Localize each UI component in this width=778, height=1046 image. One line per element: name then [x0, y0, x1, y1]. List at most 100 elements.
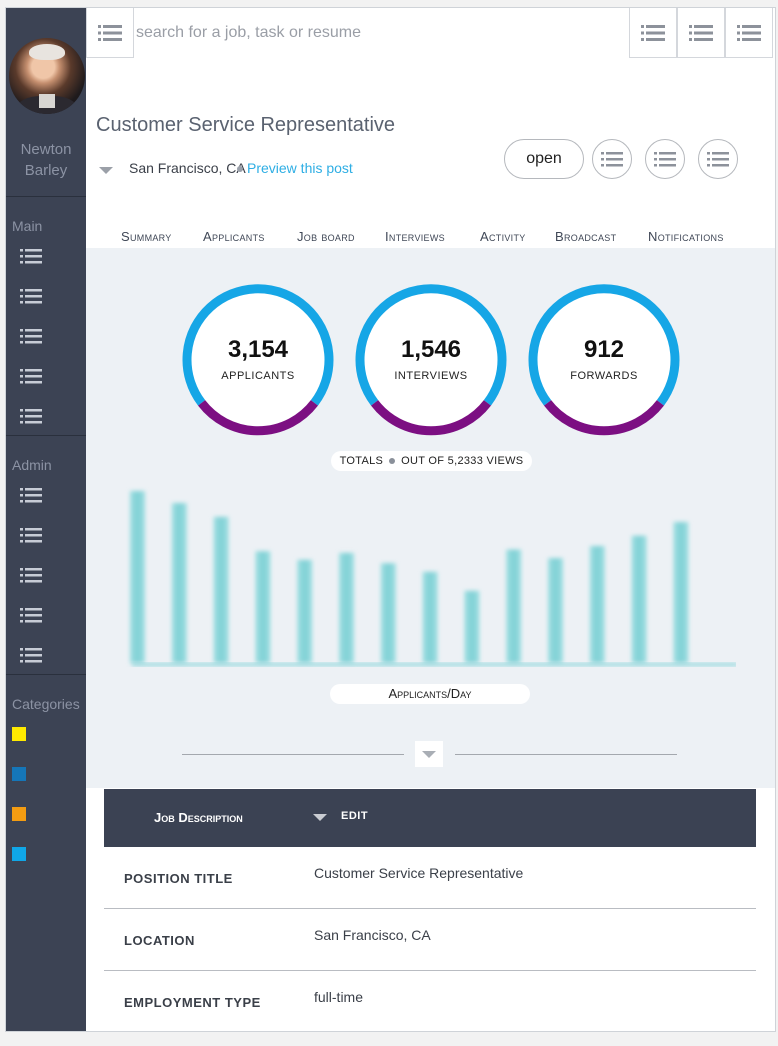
job-location: San Francisco, CA	[129, 160, 246, 176]
preview-post-link[interactable]: Preview this post	[247, 160, 353, 176]
sidebar-item-admin-1[interactable]	[20, 487, 42, 505]
tab-broadcast[interactable]: Broadcast	[555, 229, 616, 244]
sidebar-heading-admin: Admin	[12, 457, 52, 473]
separator-dot	[237, 166, 243, 172]
table-row: EMPLOYMENT TYPE full-time	[104, 971, 756, 1031]
chart-bar	[130, 491, 145, 663]
list-icon	[20, 568, 42, 583]
sidebar-item-main-1[interactable]	[20, 248, 42, 266]
chart-bar	[339, 552, 354, 663]
edit-button[interactable]: EDIT	[341, 810, 368, 822]
app-frame: Newton Barley Main Admin Categories Cust…	[5, 7, 776, 1032]
list-icon	[98, 24, 122, 41]
chart-bar	[213, 516, 229, 663]
category-swatch-2[interactable]	[12, 767, 26, 781]
list-icon	[641, 24, 665, 41]
stat-label: Applicants	[221, 370, 295, 382]
row-value: full-time	[314, 989, 364, 1005]
status-open-button[interactable]: open	[504, 139, 584, 179]
action-button-2[interactable]	[645, 139, 685, 179]
job-description-header: Job Description EDIT	[104, 789, 756, 847]
action-button-3[interactable]	[698, 139, 738, 179]
sidebar: Newton Barley Main Admin Categories	[6, 8, 86, 1031]
list-icon	[689, 24, 713, 41]
category-swatch-4[interactable]	[12, 847, 26, 861]
tab-activity[interactable]: Activity	[480, 229, 526, 244]
sidebar-heading-main: Main	[12, 218, 43, 234]
stat-ring-applicants: 3,154 Applicants	[182, 284, 334, 436]
list-icon	[20, 329, 42, 344]
chart-bar	[380, 563, 396, 663]
table-row: LOCATION San Francisco, CA	[104, 909, 756, 971]
list-icon	[737, 24, 761, 41]
tab-summary[interactable]: Summary	[121, 229, 172, 244]
chevron-down-icon	[422, 750, 436, 758]
stat-label: Interviews	[394, 370, 468, 382]
sidebar-item-main-3[interactable]	[20, 328, 42, 346]
user-last-name: Barley	[24, 162, 68, 179]
list-icon	[707, 152, 729, 167]
chevron-down-icon[interactable]	[313, 814, 327, 821]
expand-toggle-button[interactable]	[415, 741, 443, 767]
list-icon	[20, 648, 42, 663]
avatar[interactable]	[9, 38, 85, 114]
divider-left	[182, 754, 404, 755]
list-icon	[601, 152, 623, 167]
stat-value: 912	[583, 336, 625, 363]
list-icon	[20, 409, 42, 424]
chart-bar	[673, 522, 689, 663]
user-name: Newton Barley	[6, 139, 86, 181]
table-row: POSITION TITLE Customer Service Represen…	[104, 847, 756, 909]
list-icon	[20, 608, 42, 623]
totals-label: TOTALS	[339, 455, 384, 467]
chart-bar	[297, 559, 313, 663]
dot-icon	[389, 458, 396, 464]
category-swatch-1[interactable]	[12, 727, 26, 741]
category-swatch-3[interactable]	[12, 807, 26, 821]
chart-bar	[506, 549, 522, 663]
chart-bar	[255, 551, 271, 663]
tab-interviews[interactable]: Interviews	[385, 229, 445, 244]
stats-panel: 3,154 Applicants 1,546 Interviews 912 Fo…	[86, 248, 775, 788]
menu-toggle-button[interactable]	[86, 8, 134, 58]
list-icon	[20, 528, 42, 543]
location-dropdown-icon[interactable]	[99, 167, 113, 174]
stat-label: Forwards	[570, 370, 638, 382]
sidebar-item-admin-5[interactable]	[20, 647, 42, 665]
totals-pill: TOTALS OUT OF 5,2333 VIEWS	[331, 451, 532, 471]
list-icon	[20, 369, 42, 384]
row-value: Customer Service Representative	[314, 865, 524, 881]
sidebar-item-main-5[interactable]	[20, 408, 42, 426]
divider-right	[455, 754, 677, 755]
stat-value: 3,154	[227, 336, 289, 363]
sidebar-item-admin-4[interactable]	[20, 607, 42, 625]
stat-value: 1,546	[400, 336, 462, 363]
sidebar-item-main-4[interactable]	[20, 368, 42, 386]
row-key: EMPLOYMENT TYPE	[124, 995, 261, 1010]
topbar	[86, 8, 775, 58]
sidebar-item-admin-2[interactable]	[20, 527, 42, 545]
tab-notifications[interactable]: Notifications	[648, 229, 724, 244]
tab-job-board[interactable]: Job board	[297, 229, 355, 244]
tab-applicants[interactable]: Applicants	[203, 229, 265, 244]
stat-ring-interviews: 1,546 Interviews	[355, 284, 507, 436]
row-key: POSITION TITLE	[124, 871, 233, 886]
chart-bar	[548, 558, 563, 663]
chart-bar	[631, 535, 647, 663]
chart-bar	[171, 503, 187, 663]
user-first-name: Newton	[20, 141, 72, 158]
list-icon	[20, 488, 42, 503]
sidebar-item-main-2[interactable]	[20, 288, 42, 306]
x-axis-line	[132, 663, 736, 666]
sidebar-item-admin-3[interactable]	[20, 567, 42, 585]
job-description-title: Job Description	[154, 810, 243, 825]
totals-views: OUT OF 5,2333 VIEWS	[401, 455, 524, 467]
applicants-bar-chart	[130, 491, 736, 666]
toolbar-button-2[interactable]	[677, 8, 725, 58]
row-key: LOCATION	[124, 933, 195, 948]
toolbar-button-3[interactable]	[725, 8, 773, 58]
search-input[interactable]	[136, 8, 626, 58]
toolbar-button-1[interactable]	[629, 8, 677, 58]
action-button-1[interactable]	[592, 139, 632, 179]
chart-bar	[464, 590, 480, 663]
